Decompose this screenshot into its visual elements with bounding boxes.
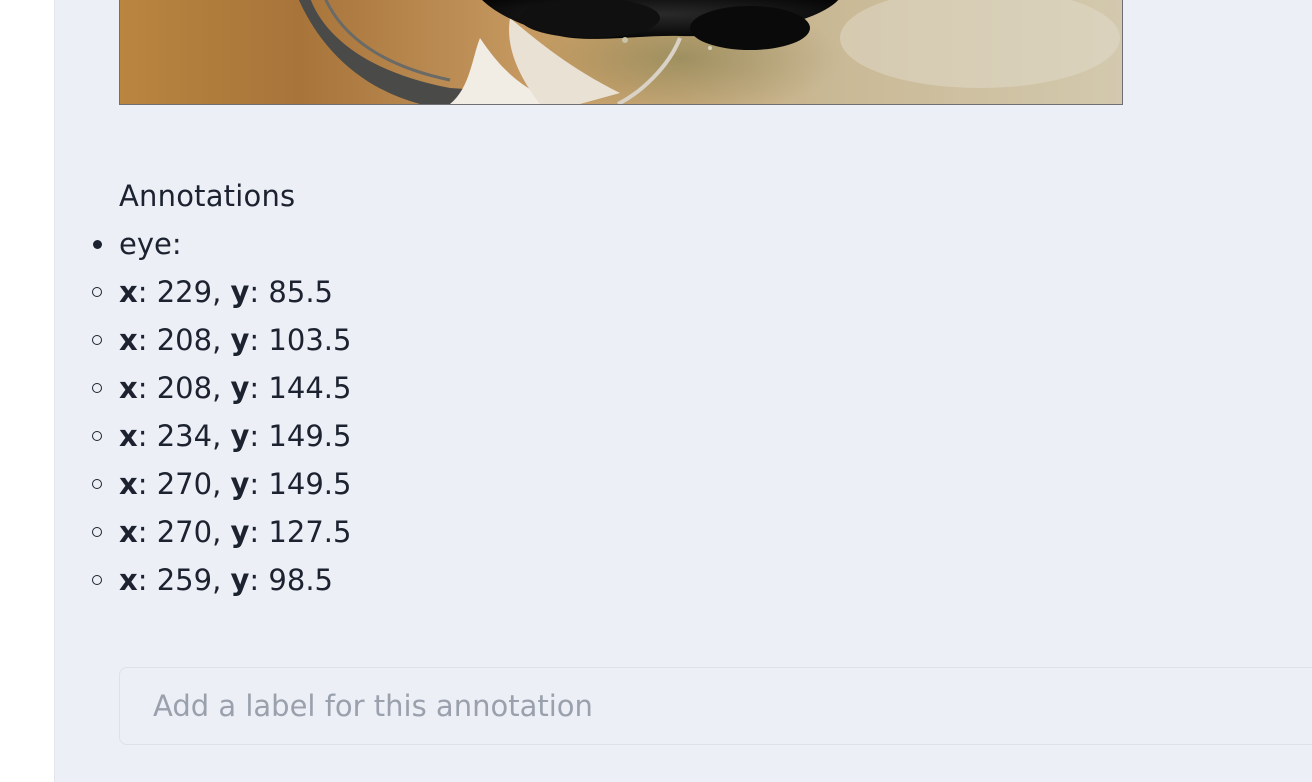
circle-bullet-icon [92, 335, 102, 345]
x-value: 270 [156, 515, 213, 549]
annotation-point-item: x: 270, y: 127.5 [55, 512, 555, 560]
annotation-point-item: x: 234, y: 149.5 [55, 416, 555, 464]
x-key: x [119, 419, 138, 453]
y-key: y [230, 323, 250, 357]
x-key: x [119, 467, 138, 501]
y-key: y [230, 419, 250, 453]
annotation-point-item: x: 208, y: 103.5 [55, 320, 555, 368]
x-key: x [119, 563, 138, 597]
y-key: y [230, 275, 250, 309]
x-key: x [119, 323, 138, 357]
y-key: y [230, 467, 250, 501]
annotation-label-name: eye: [119, 227, 182, 261]
y-value: 149.5 [268, 467, 352, 501]
circle-bullet-icon [92, 527, 102, 537]
x-value: 234 [156, 419, 213, 453]
x-key: x [119, 515, 138, 549]
dog-photo [120, 0, 1122, 104]
x-value: 270 [156, 467, 213, 501]
annotated-image[interactable] [119, 0, 1123, 105]
x-value: 229 [156, 275, 213, 309]
y-value: 144.5 [268, 371, 352, 405]
annotation-point-item: x: 270, y: 149.5 [55, 464, 555, 512]
circle-bullet-icon [92, 431, 102, 441]
y-value: 103.5 [268, 323, 352, 357]
annotation-point-item: x: 208, y: 144.5 [55, 368, 555, 416]
circle-bullet-icon [92, 479, 102, 489]
annotation-panel: Annotations eye: x: 229, y: 85.5 x: 208,… [54, 0, 1312, 782]
circle-bullet-icon [92, 383, 102, 393]
x-value: 259 [156, 563, 213, 597]
annotation-point-item: x: 259, y: 98.5 [55, 560, 555, 608]
x-value: 208 [156, 323, 213, 357]
y-key: y [230, 371, 250, 405]
x-key: x [119, 275, 138, 309]
annotation-point-item: x: 229, y: 85.5 [55, 272, 555, 320]
y-value: 149.5 [268, 419, 352, 453]
circle-bullet-icon [92, 287, 102, 297]
y-value: 127.5 [268, 515, 352, 549]
x-value: 208 [156, 371, 213, 405]
disc-bullet-icon [93, 240, 102, 249]
left-gutter [0, 0, 54, 782]
annotation-list: eye: x: 229, y: 85.5 x: 208, y: 103.5 x:… [55, 224, 555, 608]
annotation-label-input[interactable] [119, 667, 1312, 745]
y-value: 85.5 [268, 275, 333, 309]
x-key: x [119, 371, 138, 405]
annotation-label-item: eye: [55, 224, 555, 272]
y-value: 98.5 [268, 563, 333, 597]
annotations-heading: Annotations [119, 179, 296, 213]
circle-bullet-icon [92, 575, 102, 585]
y-key: y [230, 563, 250, 597]
y-key: y [230, 515, 250, 549]
